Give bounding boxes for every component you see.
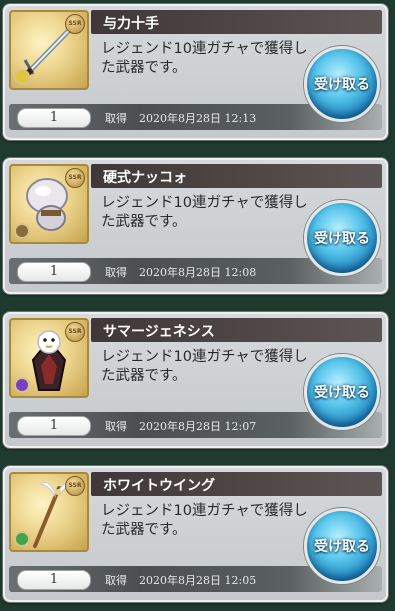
item-name: サマージェネシス — [103, 324, 215, 340]
acquired-info: 取得 2020年8月28日 12:07 — [105, 418, 256, 434]
receive-button[interactable]: 受け取る — [304, 508, 380, 584]
present-card: SSR 硬式ナッコォ レジェンド10連ガチャで獲得した武器です。 1 取得 202… — [3, 158, 388, 294]
item-count: 1 — [17, 108, 91, 128]
item-name: 与力十手 — [103, 16, 159, 32]
item-description: レジェンド10連ガチャで獲得した武器です。 — [101, 503, 308, 538]
item-name: ホワイトウイング — [103, 478, 215, 494]
acquired-date: 2020年8月28日 12:08 — [139, 266, 257, 279]
weapon-thumbnail[interactable]: SSR — [9, 472, 89, 552]
element-icon — [14, 377, 30, 393]
acquired-label: 取得 — [105, 420, 127, 433]
present-card: SSR 与力十手 レジェンド10連ガチャで獲得した武器です。 1 取得 2020年… — [3, 4, 388, 140]
title-bar: 硬式ナッコォ — [91, 164, 382, 188]
item-name: 硬式ナッコォ — [103, 170, 187, 186]
item-description: レジェンド10連ガチャで獲得した武器です。 — [101, 195, 308, 230]
acquired-date: 2020年8月28日 12:07 — [139, 420, 257, 433]
acquired-label: 取得 — [105, 112, 127, 125]
title-bar: ホワイトウイング — [91, 472, 382, 496]
present-card: SSR ホワイトウイング レジェンド10連ガチャで獲得した武器です。 1 取得 2… — [3, 466, 388, 602]
element-icon — [14, 223, 30, 239]
acquired-info: 取得 2020年8月28日 12:08 — [105, 264, 256, 280]
item-count: 1 — [17, 262, 91, 282]
item-count: 1 — [17, 570, 91, 590]
item-count: 1 — [17, 416, 91, 436]
item-description: レジェンド10連ガチャで獲得した武器です。 — [101, 41, 308, 76]
weapon-thumbnail[interactable]: SSR — [9, 164, 89, 244]
element-icon — [14, 531, 30, 547]
receive-button[interactable]: 受け取る — [304, 354, 380, 430]
rarity-badge: SSR — [65, 322, 85, 342]
acquired-info: 取得 2020年8月28日 12:05 — [105, 572, 256, 588]
weapon-thumbnail[interactable]: SSR — [9, 10, 89, 90]
acquired-info: 取得 2020年8月28日 12:13 — [105, 110, 256, 126]
receive-button[interactable]: 受け取る — [304, 200, 380, 276]
acquired-date: 2020年8月28日 12:05 — [139, 574, 257, 587]
element-icon — [14, 69, 30, 85]
rarity-badge: SSR — [65, 476, 85, 496]
title-bar: サマージェネシス — [91, 318, 382, 342]
acquired-date: 2020年8月28日 12:13 — [139, 112, 257, 125]
rarity-badge: SSR — [65, 14, 85, 34]
receive-button[interactable]: 受け取る — [304, 46, 380, 122]
item-description: レジェンド10連ガチャで獲得した武器です。 — [101, 349, 308, 384]
rarity-badge: SSR — [65, 168, 85, 188]
acquired-label: 取得 — [105, 574, 127, 587]
present-card: SSR サマージェネシス レジェンド10連ガチャで獲得した武器です。 1 取得 2… — [3, 312, 388, 448]
acquired-label: 取得 — [105, 266, 127, 279]
weapon-thumbnail[interactable]: SSR — [9, 318, 89, 398]
title-bar: 与力十手 — [91, 10, 382, 34]
